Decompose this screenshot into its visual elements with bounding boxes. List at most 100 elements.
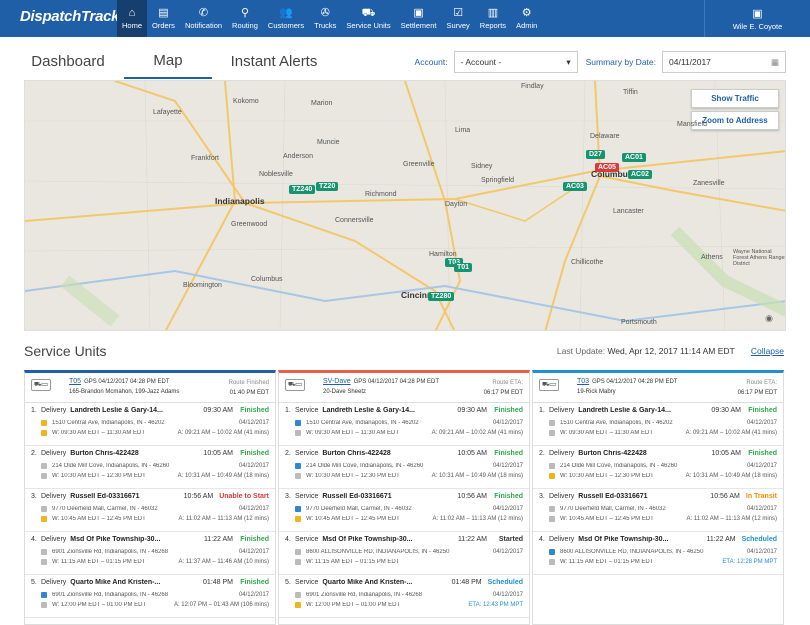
stop-status: Finished [240, 536, 269, 543]
customer-name[interactable]: Landreth Leslie & Gary-14... [578, 407, 707, 414]
tab-dashboard[interactable]: Dashboard [24, 44, 112, 79]
tab-map[interactable]: Map [124, 44, 212, 79]
nav-item-reports[interactable]: ▥ Reports [475, 0, 511, 37]
unit-link[interactable]: T05 [69, 378, 81, 385]
nav-item-notification[interactable]: ✆ Notification [180, 0, 227, 37]
tab-instant-alerts[interactable]: Instant Alerts [222, 44, 326, 79]
nav-item-home[interactable]: ⌂ Home [117, 0, 148, 37]
stop-row[interactable]: 4. Delivery Msd Of Pike Township-30... 11:2… [25, 532, 275, 575]
stop-status: Finished [494, 493, 523, 500]
unit-link[interactable]: T03 [577, 378, 589, 385]
stop-time: 10:05 AM [711, 450, 741, 457]
unit-link[interactable]: SV-Dave [323, 378, 351, 385]
nav-item-routing[interactable]: ⚲ Routing [227, 0, 263, 37]
customer-name[interactable]: Landreth Leslie & Gary-14... [322, 407, 453, 414]
stop-type: Delivery [41, 407, 67, 414]
map-pin[interactable]: AC05 [595, 163, 619, 172]
customer-name[interactable]: Quarto Mike And Kristen-... [70, 579, 199, 586]
stop-row[interactable]: 2. Delivery Burton Chris-422428 10:05 AM Fin… [25, 446, 275, 489]
city-label: Richmond [365, 191, 397, 198]
stop-row[interactable]: 3. Delivery Russell Ed-03316671 10:56 AM Una… [25, 489, 275, 532]
nav-item-service-units[interactable]: ⛟ Service Units [341, 0, 395, 37]
city-label: Tiffin [623, 89, 638, 96]
stop-time: 09:30 AM [711, 407, 741, 414]
map-pin[interactable]: TZ280 [428, 292, 455, 301]
nav-item-customers[interactable]: 👥 Customers [263, 0, 309, 37]
account-select[interactable]: - Account - ▾ [453, 51, 578, 73]
stop-type: Delivery [549, 407, 575, 414]
app-logo[interactable]: DispatchTrack)) [20, 8, 125, 25]
date-input[interactable]: 04/11/2017 ▦ [662, 51, 786, 73]
stop-row[interactable]: 2. Delivery Burton Chris-422428 10:05 AM Fin… [533, 446, 783, 489]
city-label: Portsmouth [621, 319, 657, 326]
stop-row[interactable]: 4. Service Msd Of Pike Township-30... 11:22… [279, 532, 529, 575]
nav-item-trucks[interactable]: ✇ Trucks [309, 0, 341, 37]
city-label: Muncie [317, 139, 340, 146]
stop-row[interactable]: 1. Delivery Landreth Leslie & Gary-14... 09… [533, 403, 783, 446]
collapse-link[interactable]: Collapse [751, 346, 784, 356]
map-pin[interactable]: T01 [454, 263, 473, 272]
map-pin[interactable]: TZ20 [316, 182, 339, 191]
map-pin[interactable]: AC02 [628, 170, 652, 179]
stop-row[interactable]: 5. Delivery Quarto Mike And Kristen-... 01:… [25, 575, 275, 618]
stop-type: Service [295, 579, 319, 586]
map-pin[interactable]: D27 [586, 150, 605, 159]
customer-name[interactable]: Msd Of Pike Township-30... [322, 536, 454, 543]
calendar-icon[interactable]: ▦ [771, 57, 779, 68]
order-icon [41, 420, 47, 426]
survey-icon: ☑ [453, 7, 464, 19]
stop-row[interactable]: 3. Service Russell Ed-03316671 10:56 AM Fini… [279, 489, 529, 532]
nav-item-settlement[interactable]: ▣ Settlement [396, 0, 442, 37]
nav-item-survey[interactable]: ☑ Survey [441, 0, 474, 37]
map-pin[interactable]: AC03 [563, 182, 587, 191]
customer-name[interactable]: Burton Chris-422428 [70, 450, 199, 457]
stop-number: 5. [31, 579, 37, 586]
stop-status: Finished [240, 407, 269, 414]
stop-date: 04/12/2017 [238, 463, 269, 469]
map-pin[interactable]: AC01 [622, 153, 646, 162]
crew-text: 165-Brandon Mcmahon, 199-Jazz Adams [69, 389, 180, 395]
show-traffic-button[interactable]: Show Traffic [691, 89, 779, 108]
map-pin[interactable]: TZ240 [289, 185, 316, 194]
customer-name[interactable]: Msd Of Pike Township-30... [70, 536, 200, 543]
customer-name[interactable]: Quarto Mike And Kristen-... [322, 579, 447, 586]
actual-time: A: 11:02 AM – 11:13 AM (12 mins) [686, 516, 778, 522]
route-status-label: Route ETA: [492, 380, 523, 386]
customer-name[interactable]: Burton Chris-422428 [322, 450, 453, 457]
stop-row[interactable]: 1. Delivery Landreth Leslie & Gary-14... 09… [25, 403, 275, 446]
stop-date: 04/12/2017 [746, 463, 777, 469]
locate-me-icon[interactable]: ◉ [765, 313, 773, 324]
customer-name[interactable]: Russell Ed-03316671 [578, 493, 706, 500]
customer-name[interactable]: Russell Ed-03316671 [70, 493, 179, 500]
city-label: Springfield [481, 177, 515, 184]
order-icon [295, 592, 301, 598]
city-label: Kokomo [233, 98, 259, 105]
stop-date: 04/12/2017 [492, 549, 523, 555]
order-icon [549, 420, 555, 426]
note-icon [295, 559, 301, 565]
stop-row[interactable]: 2. Service Burton Chris-422428 10:05 AM Fini… [279, 446, 529, 489]
map-view[interactable]: Show Traffic Zoom to Address Kokomo Lafa… [24, 80, 786, 331]
nav-item-admin[interactable]: ⚙ Admin [511, 0, 542, 37]
service-unit-card: ⛟▭ T05 GPS 04/12/2017 04:28 PM EDT 165-Bran… [24, 370, 276, 625]
stop-date: 04/12/2017 [492, 506, 523, 512]
stop-row[interactable]: 3. Delivery Russell Ed-03316671 10:56 AM In … [533, 489, 783, 532]
customer-name[interactable]: Burton Chris-422428 [578, 450, 707, 457]
customer-name[interactable]: Russell Ed-03316671 [322, 493, 453, 500]
customer-name[interactable]: Msd Of Pike Township-30... [578, 536, 702, 543]
stop-status: Finished [748, 407, 777, 414]
route-status: Route ETA: 06:17 PM EDT [738, 378, 777, 398]
nav-item-orders[interactable]: ▤ Orders [147, 0, 180, 37]
actual-time: A: 09:21 AM – 10:02 AM (41 mins) [685, 430, 777, 436]
stop-time: 10:56 AM [457, 493, 487, 500]
service-unit-card: ⛟▭ T03 GPS 04/12/2017 04:28 PM EDT 19-Rick … [532, 370, 784, 625]
city-label: Bloomington [183, 282, 222, 289]
stop-row[interactable]: 1. Service Landreth Leslie & Gary-14... 09:… [279, 403, 529, 446]
note-icon [41, 559, 47, 565]
stop-row[interactable]: 4. Delivery Msd Of Pike Township-30... 11:2… [533, 532, 783, 575]
last-update: Last Update: Wed, Apr 12, 2017 11:14 AM … [557, 346, 784, 356]
stop-row[interactable]: 5. Service Quarto Mike And Kristen-... 01:4… [279, 575, 529, 618]
user-menu[interactable]: ▣ Wile E. Coyote [704, 0, 810, 37]
customer-name[interactable]: Landreth Leslie & Gary-14... [70, 407, 199, 414]
stop-address: 1510 Central Ave, Indianapolis, IN - 462… [52, 420, 165, 426]
